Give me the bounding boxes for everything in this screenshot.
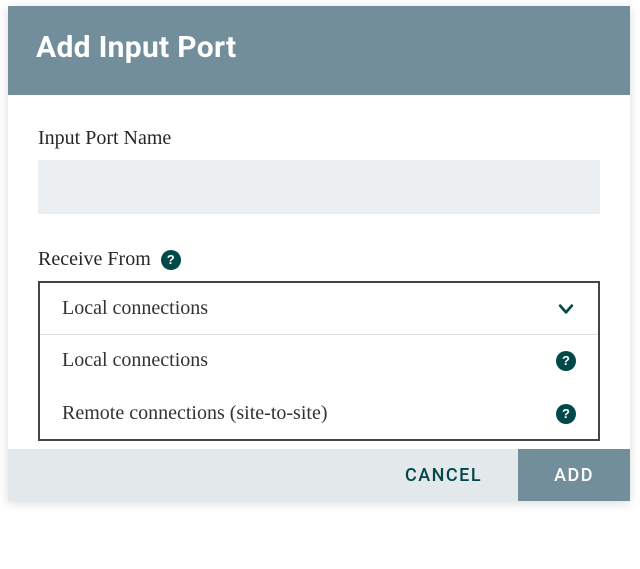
input-port-name-label: Input Port Name: [38, 127, 600, 150]
field-receive-from: Receive From ? Local connections Local c…: [38, 248, 600, 441]
add-input-port-dialog: Add Input Port Input Port Name Receive F…: [8, 6, 630, 501]
receive-from-option-local[interactable]: Local connections ?: [40, 335, 598, 386]
receive-from-dropdown: Local connections Local connections ? Re…: [38, 281, 600, 441]
dialog-header: Add Input Port: [8, 6, 630, 95]
help-icon[interactable]: ?: [556, 351, 576, 371]
receive-from-selected-label: Local connections: [62, 297, 208, 320]
receive-from-option-remote[interactable]: Remote connections (site-to-site) ?: [40, 388, 598, 439]
help-icon[interactable]: ?: [161, 250, 181, 270]
chevron-down-icon: [556, 299, 576, 319]
receive-from-label-row: Receive From ?: [38, 248, 600, 271]
input-port-name-field[interactable]: [38, 160, 600, 214]
option-label-local: Local connections: [62, 349, 208, 372]
receive-from-selected[interactable]: Local connections: [40, 283, 598, 335]
receive-from-label: Receive From: [38, 248, 151, 271]
cancel-button[interactable]: CANCEL: [369, 449, 518, 501]
dialog-footer: CANCEL ADD: [8, 449, 630, 501]
dialog-title: Add Input Port: [36, 30, 602, 65]
help-icon[interactable]: ?: [556, 404, 576, 424]
add-button[interactable]: ADD: [518, 449, 630, 501]
dialog-body: Input Port Name Receive From ? Local con…: [8, 95, 630, 449]
receive-from-select: Local connections Local connections ? Re…: [38, 281, 600, 441]
field-input-port-name: Input Port Name: [38, 127, 600, 214]
option-label-remote: Remote connections (site-to-site): [62, 402, 327, 425]
